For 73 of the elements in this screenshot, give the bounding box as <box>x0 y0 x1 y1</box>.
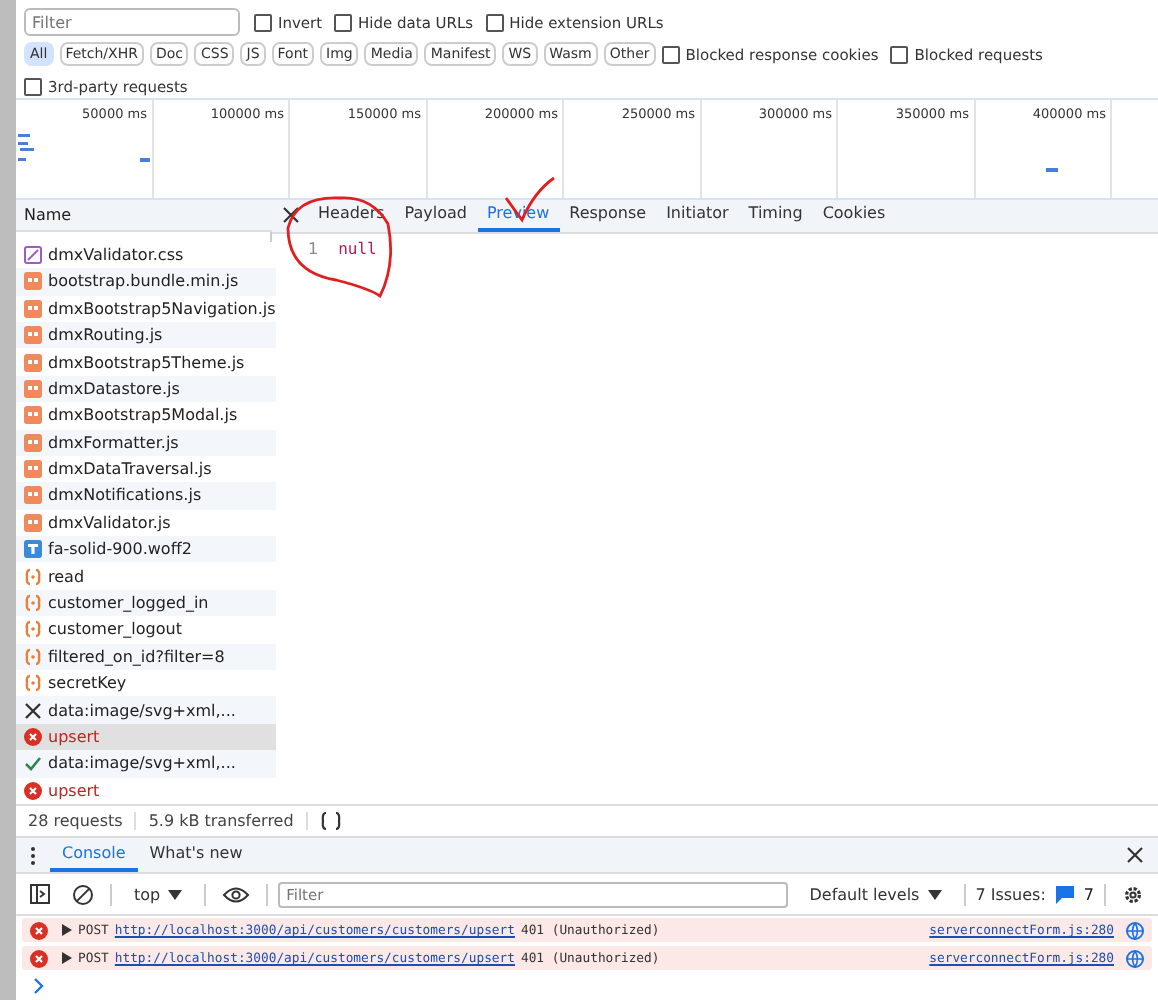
request-row[interactable]: dmxFormatter.js <box>16 429 276 456</box>
waterfall-drawing <box>18 134 34 162</box>
expand-icon[interactable] <box>62 924 72 936</box>
request-row[interactable]: bootstrap.bundle.min.js <box>16 268 276 296</box>
request-row[interactable]: dmxDatastore.js <box>16 375 276 403</box>
checkbox[interactable] <box>24 77 42 95</box>
script-icon <box>24 326 42 345</box>
checkbox[interactable] <box>254 13 272 31</box>
issues-count: 7 <box>1083 885 1094 903</box>
filter-field[interactable]: Filter <box>24 8 240 36</box>
braces-icon <box>24 647 42 666</box>
checkbox[interactable] <box>334 13 353 31</box>
request-row[interactable]: fa-solid-900.woff2 <box>16 536 276 563</box>
script-icon <box>24 486 42 505</box>
detail-tab[interactable]: Cookies <box>812 199 896 232</box>
line-number: 1 <box>308 239 319 258</box>
summary-text: 28 requests <box>16 811 137 830</box>
script-icon <box>24 379 42 398</box>
request-row[interactable]: dmxRouting.js <box>16 321 276 349</box>
globe-icon[interactable] <box>1126 949 1144 967</box>
request-row[interactable]: upsert <box>16 723 276 751</box>
request-row[interactable]: upsert <box>16 777 276 804</box>
detail-tab[interactable]: Timing <box>738 199 813 232</box>
error-icon <box>30 949 48 967</box>
braces-icon <box>24 567 42 586</box>
checkbox[interactable] <box>661 45 680 63</box>
caret-icon <box>168 889 183 899</box>
globe-icon[interactable] <box>1126 921 1144 939</box>
font-file-icon <box>24 540 42 559</box>
log-levels-dropdown[interactable]: Default levels <box>797 883 954 905</box>
request-row[interactable]: dmxDataTraversal.js <box>16 455 276 483</box>
request-row[interactable]: dmxBootstrap5Navigation.js <box>16 295 276 322</box>
error-icon <box>30 921 48 939</box>
script-icon <box>24 406 42 425</box>
braces-icon <box>24 620 42 639</box>
request-row[interactable]: secretKey <box>16 670 276 697</box>
caret-icon <box>927 889 942 899</box>
detail-tab[interactable]: Payload <box>394 199 477 232</box>
request-row[interactable]: dmxNotifications.js <box>16 482 276 510</box>
script-icon <box>24 272 42 291</box>
detail-tab[interactable]: Response <box>559 199 657 232</box>
summary-text: 5.9 kB transferred <box>136 811 308 830</box>
script-icon <box>24 460 42 479</box>
script-icon <box>24 433 42 452</box>
sidebar-toggle-icon[interactable] <box>24 884 56 904</box>
checkmark-icon <box>24 754 42 773</box>
column-header[interactable]: Name <box>16 199 276 232</box>
expand-icon[interactable] <box>62 952 72 964</box>
braces-icon <box>24 674 42 693</box>
cross-icon <box>24 701 42 720</box>
format-icon[interactable] <box>319 811 342 830</box>
detail-tab[interactable]: Initiator <box>656 199 739 232</box>
context-dropdown[interactable]: top <box>122 883 195 905</box>
checkbox[interactable] <box>485 13 504 31</box>
drawer-tab[interactable]: What's new <box>137 838 255 872</box>
error-icon <box>24 728 42 746</box>
issues-label[interactable]: 7 Issues: <box>975 885 1046 903</box>
request-row[interactable]: dmxValidator.js <box>16 509 276 537</box>
preview-value: null <box>338 239 377 258</box>
drawer-tab[interactable]: Console <box>50 838 138 872</box>
prompt-icon <box>34 978 44 994</box>
request-row[interactable]: customer_logged_in <box>16 589 276 617</box>
script-icon <box>24 299 42 318</box>
request-row[interactable]: filtered_on_id?filter=8 <box>16 643 276 671</box>
message-icon <box>1055 885 1074 903</box>
error-icon <box>24 781 42 800</box>
checkbox[interactable] <box>890 45 909 63</box>
request-row[interactable]: data:image/svg+xml,... <box>16 750 276 778</box>
script-icon <box>24 353 42 372</box>
braces-icon <box>24 594 42 613</box>
script-icon <box>24 513 42 532</box>
request-row[interactable]: data:image/svg+xml,... <box>16 696 276 724</box>
stylesheet-icon <box>24 245 42 264</box>
